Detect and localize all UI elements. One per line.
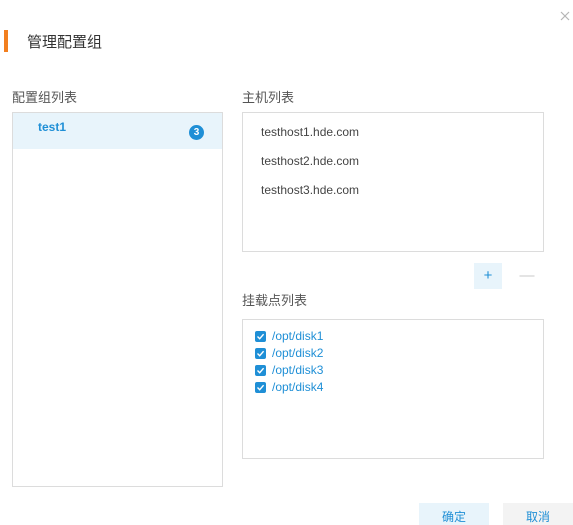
host-list-label: 主机列表	[242, 90, 295, 105]
group-name: test1	[38, 120, 67, 134]
config-group-list-label: 配置组列表	[12, 90, 78, 105]
config-group-list: test1 3	[12, 112, 223, 487]
checkbox-checked-icon[interactable]	[255, 347, 266, 359]
add-host-button[interactable]: +	[474, 263, 502, 289]
group-item-test1[interactable]: test1 3	[13, 113, 222, 149]
cancel-button[interactable]: 取消	[503, 503, 573, 525]
mount-path: /opt/disk2	[272, 346, 324, 360]
mount-point-list-label: 挂载点列表	[242, 293, 308, 308]
close-button[interactable]	[558, 9, 572, 23]
title-accent-bar	[4, 30, 8, 52]
close-icon	[560, 11, 570, 21]
checkbox-checked-icon[interactable]	[255, 364, 266, 376]
mount-item[interactable]: /opt/disk1	[255, 329, 323, 343]
host-list: testhost1.hde.com testhost2.hde.com test…	[242, 112, 544, 252]
mount-item[interactable]: /opt/disk3	[255, 363, 323, 377]
mount-path: /opt/disk3	[272, 363, 324, 377]
host-item[interactable]: testhost2.hde.com	[261, 153, 359, 169]
mount-path: /opt/disk4	[272, 380, 324, 394]
mount-point-list: /opt/disk1 /opt/disk2 /opt/disk3 /opt/di…	[242, 319, 544, 459]
host-item[interactable]: testhost3.hde.com	[261, 182, 359, 198]
confirm-button[interactable]: 确定	[419, 503, 489, 525]
remove-host-button[interactable]: —	[513, 263, 541, 289]
host-count-badge: 3	[189, 125, 204, 140]
checkbox-checked-icon[interactable]	[255, 330, 266, 342]
mount-item[interactable]: /opt/disk2	[255, 346, 323, 360]
mount-item[interactable]: /opt/disk4	[255, 380, 323, 394]
dialog-title: 管理配置组	[27, 34, 103, 51]
host-item[interactable]: testhost1.hde.com	[261, 124, 359, 140]
checkbox-checked-icon[interactable]	[255, 381, 266, 393]
mount-path: /opt/disk1	[272, 329, 324, 343]
